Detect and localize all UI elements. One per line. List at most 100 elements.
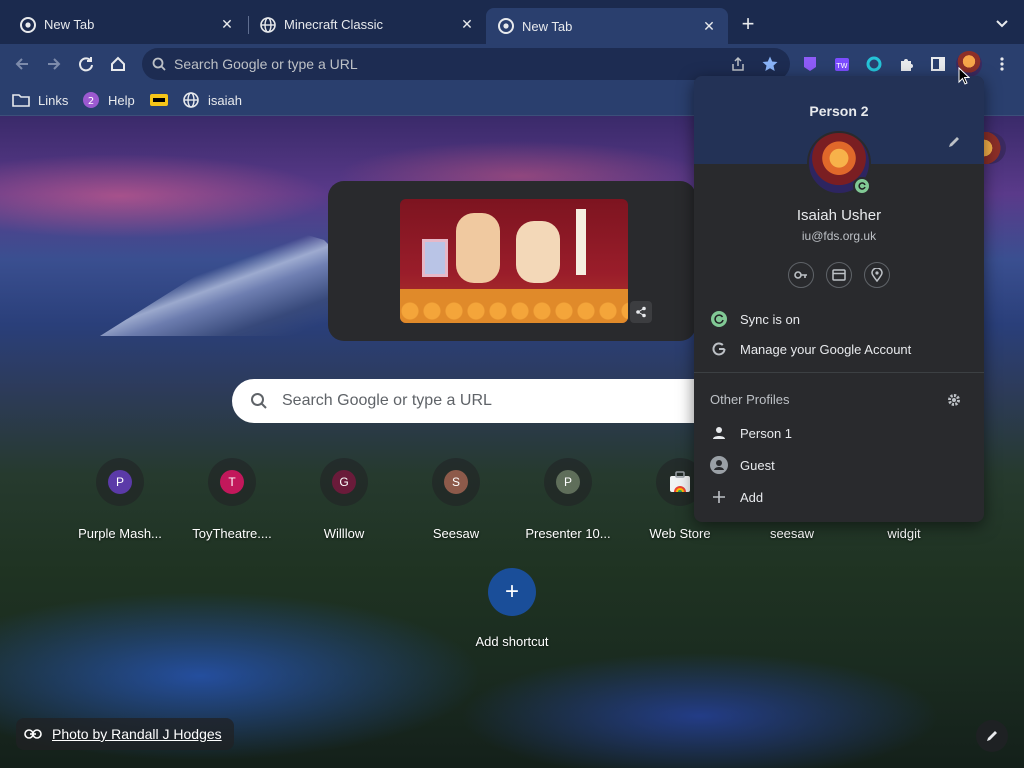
- gear-icon: [948, 394, 960, 406]
- profile-name: Person 2: [809, 103, 869, 119]
- shortcut-tile: P: [96, 458, 144, 506]
- imdb-icon: [150, 92, 168, 108]
- share-button[interactable]: [726, 52, 750, 76]
- tab-3-active[interactable]: New Tab ✕: [486, 8, 728, 44]
- shortcut-tile: T: [208, 458, 256, 506]
- reload-icon: [79, 57, 93, 72]
- bookmark-links[interactable]: Links: [12, 91, 68, 109]
- location-pin-icon: [871, 268, 883, 282]
- bookmark-label: isaiah: [208, 92, 242, 108]
- tab-1[interactable]: New Tab ✕: [8, 8, 246, 41]
- sync-label: Sync is on: [740, 311, 800, 327]
- link-icon: [24, 729, 42, 739]
- sync-status-row[interactable]: Sync is on: [694, 304, 984, 334]
- tab-title: New Tab: [522, 18, 573, 34]
- manage-profiles-button[interactable]: [944, 390, 964, 410]
- manage-account-row[interactable]: Manage your Google Account: [694, 334, 984, 364]
- close-icon[interactable]: ✕: [458, 16, 476, 34]
- person-icon: [710, 424, 728, 442]
- pencil-icon: [987, 731, 997, 741]
- web-store-icon: [670, 471, 690, 492]
- forward-button[interactable]: [40, 50, 68, 78]
- photo-attribution[interactable]: Photo by Randall J Hodges: [16, 718, 234, 750]
- omnibox[interactable]: Search Google or type a URL: [142, 48, 790, 80]
- search-icon: [152, 57, 166, 71]
- globe-icon: [182, 92, 200, 108]
- doodle-flowers: [400, 289, 628, 323]
- shortcut-purple-mash[interactable]: P Purple Mash...: [64, 456, 176, 542]
- shortcut-label: seesaw: [769, 526, 815, 541]
- sync-icon: [710, 310, 728, 328]
- shortcut-tile: G: [320, 458, 368, 506]
- credit-card-icon: [832, 269, 846, 281]
- ntp-search-placeholder: Search Google or type a URL: [282, 392, 492, 409]
- doodle-share-button[interactable]: [630, 301, 652, 323]
- customize-chrome-button[interactable]: [976, 720, 1008, 752]
- new-tab-button[interactable]: +: [736, 11, 760, 36]
- chrome-icon: [498, 18, 514, 34]
- shortcut-label: widgit: [887, 526, 921, 541]
- plus-icon: +: [488, 568, 536, 616]
- arrow-right-icon: [48, 58, 61, 70]
- purple-extension-icon[interactable]: [798, 52, 822, 76]
- tab-title: Minecraft Classic: [284, 17, 383, 32]
- shortcut-willlow[interactable]: G Willlow: [288, 456, 400, 542]
- shortcut-label: Willlow: [323, 526, 365, 541]
- share-icon: [732, 56, 744, 71]
- folder-icon: [12, 92, 30, 108]
- bookmark-help[interactable]: 2 Help: [82, 91, 135, 109]
- edit-profile-button[interactable]: [944, 132, 964, 152]
- home-button[interactable]: [104, 50, 132, 78]
- add-shortcut-label: Add shortcut: [475, 634, 549, 649]
- shortcut-letter-icon: S: [444, 470, 468, 494]
- shortcut-label: Web Store: [649, 526, 711, 541]
- doodle-image[interactable]: [400, 199, 628, 323]
- tw-extension-icon[interactable]: TW: [830, 52, 854, 76]
- profile-label: Guest: [740, 457, 775, 473]
- shortcut-seesaw[interactable]: S Seesaw: [400, 456, 512, 542]
- passwords-button[interactable]: [788, 262, 814, 288]
- shortcut-tile: P: [544, 458, 592, 506]
- close-icon[interactable]: ✕: [218, 16, 236, 34]
- shortcut-toytheatre[interactable]: T ToyTheatre....: [176, 456, 288, 542]
- guest-icon: [710, 456, 728, 474]
- shortcut-letter-icon: P: [556, 470, 580, 494]
- omnibox-placeholder: Search Google or type a URL: [174, 56, 358, 72]
- close-icon[interactable]: ✕: [700, 17, 718, 35]
- search-icon: [251, 393, 267, 409]
- attribution-link[interactable]: Photo by Randall J Hodges: [52, 726, 222, 742]
- profile-person-1[interactable]: Person 1: [694, 418, 984, 448]
- globe-icon: [260, 16, 276, 33]
- tab-search-button[interactable]: [990, 12, 1014, 36]
- tab-title: New Tab: [44, 17, 95, 32]
- account-name: Isaiah Usher: [796, 207, 882, 224]
- divider: [694, 372, 984, 373]
- chevron-down-icon: [996, 20, 1008, 28]
- back-button[interactable]: [8, 50, 36, 78]
- bookmark-imdb[interactable]: [150, 91, 176, 109]
- profile-menu: Person 2 Isaiah Usher iu@fds.org.uk Sync…: [694, 76, 984, 522]
- arrow-left-icon: [15, 58, 28, 70]
- bookmark-star-button[interactable]: [758, 52, 782, 76]
- google-g-icon: [710, 340, 728, 358]
- bookmark-isaiah[interactable]: isaiah: [182, 91, 242, 109]
- key-icon: [794, 271, 807, 279]
- reload-button[interactable]: [72, 50, 100, 78]
- tab-strip: New Tab ✕ Minecraft Classic ✕ New Tab ✕ …: [0, 0, 1024, 44]
- loop-extension-icon[interactable]: [862, 52, 886, 76]
- menu-button[interactable]: [990, 52, 1014, 76]
- doodle-figure: [456, 213, 500, 283]
- shortcut-label: Presenter 10...: [525, 526, 611, 541]
- side-panel-button[interactable]: [926, 52, 950, 76]
- shortcut-presenter[interactable]: P Presenter 10...: [512, 456, 624, 542]
- shortcut-letter-icon: T: [220, 470, 244, 494]
- share-icon: [636, 306, 646, 318]
- puzzle-icon[interactable]: [894, 52, 918, 76]
- tab-2[interactable]: Minecraft Classic ✕: [248, 8, 486, 41]
- add-profile-row[interactable]: Add: [694, 482, 984, 512]
- profile-guest[interactable]: Guest: [694, 450, 984, 480]
- more-vert-icon: [1000, 57, 1004, 71]
- addresses-button[interactable]: [864, 262, 890, 288]
- payment-methods-button[interactable]: [826, 262, 852, 288]
- add-shortcut-button[interactable]: + Add shortcut: [456, 568, 568, 649]
